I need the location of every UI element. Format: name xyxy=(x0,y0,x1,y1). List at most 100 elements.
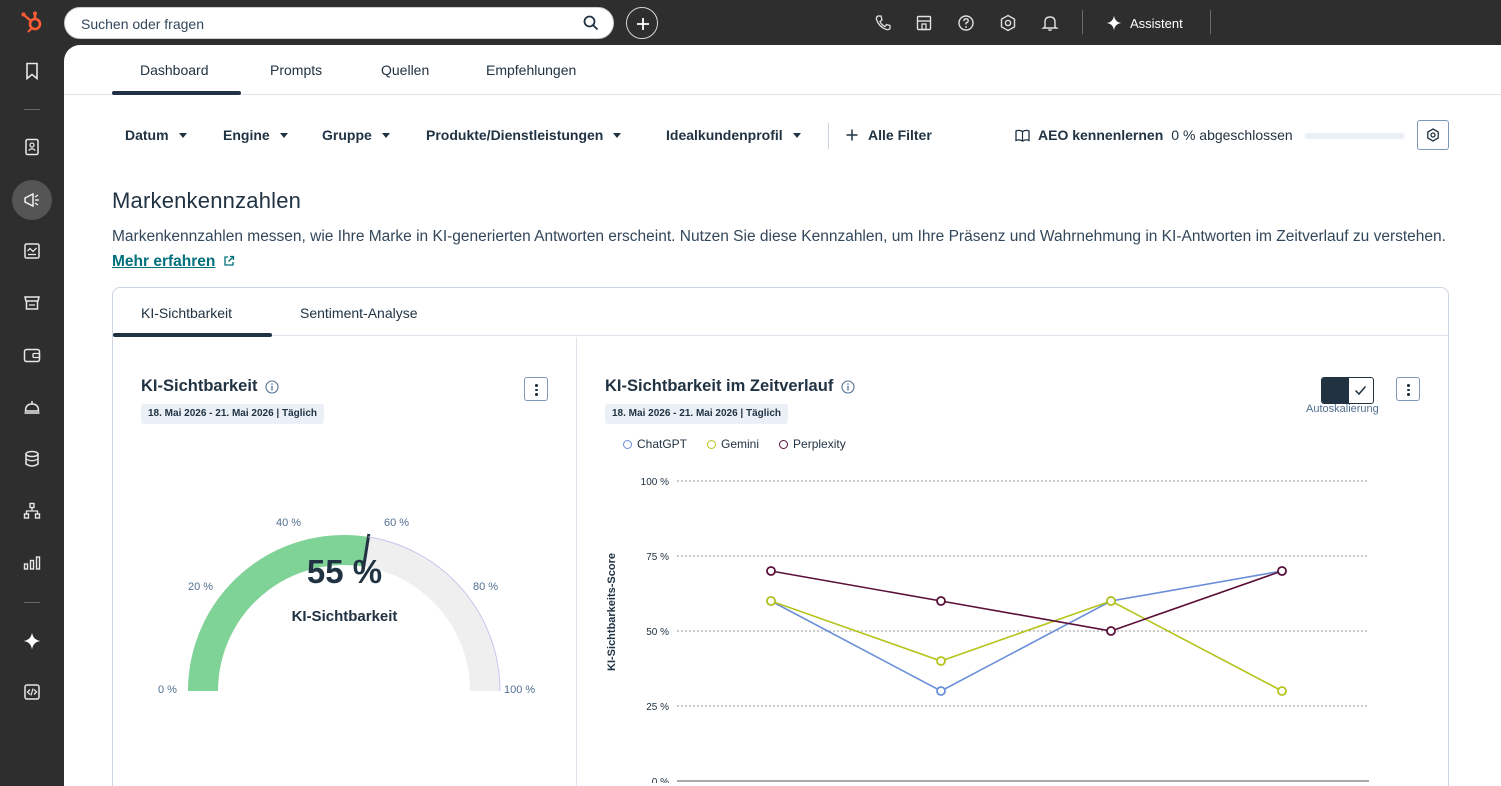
help-icon[interactable] xyxy=(957,14,975,32)
notifications-icon[interactable] xyxy=(1041,14,1059,32)
filter-gruppe[interactable]: Gruppe xyxy=(322,127,390,143)
service-icon[interactable] xyxy=(22,397,42,417)
filter-idealkundenprofil[interactable]: Idealkundenprofil xyxy=(666,127,801,143)
section-description: Markenkennzahlen messen, wie Ihre Marke … xyxy=(112,224,1452,274)
data-point-gemini xyxy=(936,656,946,666)
learn-more-link[interactable]: Mehr erfahren xyxy=(112,253,215,270)
book-icon xyxy=(1015,129,1030,142)
autoscale-toggle[interactable] xyxy=(1321,377,1374,404)
caret-down-icon xyxy=(381,132,390,138)
timeline-title: KI-Sichtbarkeit im Zeitverlauf xyxy=(605,377,834,395)
create-button[interactable] xyxy=(626,7,658,39)
series-line-perplexity xyxy=(770,570,1283,632)
gauge-tick-label: 60 % xyxy=(384,517,410,529)
tab-empfehlungen[interactable]: Empfehlungen xyxy=(486,62,576,78)
line-chart: 0 % 25 % 50 % 75 % 100 % xyxy=(641,477,1369,783)
legend-marker xyxy=(779,439,789,449)
reporting-icon[interactable] xyxy=(22,553,42,573)
legend-item-perplexity[interactable]: Perplexity xyxy=(779,437,846,451)
bookmark-icon[interactable] xyxy=(22,61,42,81)
page-tabs: Dashboard Prompts Quellen Empfehlungen xyxy=(64,45,1501,95)
y-tick-label: 25 % xyxy=(646,702,669,713)
search-placeholder: Suchen oder fragen xyxy=(81,16,204,32)
legend-label: ChatGPT xyxy=(637,437,688,451)
y-tick-label: 0 % xyxy=(652,777,669,783)
gauge-value: 55 % xyxy=(306,553,383,590)
data-point-perplexity xyxy=(936,596,946,606)
search-icon[interactable] xyxy=(583,15,599,31)
phone-icon[interactable] xyxy=(874,14,892,32)
y-tick-label: 50 % xyxy=(646,627,669,638)
all-filters-label: Alle Filter xyxy=(868,127,932,143)
rail-divider xyxy=(24,602,40,603)
timeline-panel-title: KI-Sichtbarkeit im Zeitverlauf xyxy=(605,377,855,396)
main-content: Dashboard Prompts Quellen Empfehlungen D… xyxy=(64,45,1501,786)
aeo-learning-link[interactable]: AEO kennenlernen 0 % abgeschlossen xyxy=(1015,127,1293,143)
data-point-gemini xyxy=(766,596,776,606)
gauge-caption: KI-Sichtbarkeit xyxy=(291,608,398,625)
rail-divider xyxy=(24,109,40,110)
settings-icon[interactable] xyxy=(999,14,1017,32)
timeline-date-range: 18. Mai 2026 - 21. Mai 2026 | Täglich xyxy=(605,404,788,424)
assistant-button[interactable]: Assistent xyxy=(1106,14,1183,32)
filter-datum[interactable]: Datum xyxy=(125,127,187,143)
payments-icon[interactable] xyxy=(22,345,42,365)
left-navigation-rail xyxy=(0,45,64,786)
filter-label: Engine xyxy=(223,127,270,143)
data-point-perplexity xyxy=(1106,626,1116,636)
description-text: Markenkennzahlen messen, wie Ihre Marke … xyxy=(112,228,1446,245)
filter-label: Datum xyxy=(125,127,169,143)
y-tick-label: 75 % xyxy=(646,552,669,563)
hubspot-logo-icon[interactable] xyxy=(20,10,44,34)
legend-marker xyxy=(707,439,717,449)
marketplace-icon[interactable] xyxy=(915,14,933,32)
tab-quellen[interactable]: Quellen xyxy=(381,62,429,78)
content-icon[interactable] xyxy=(22,241,42,261)
y-tick-label: 100 % xyxy=(641,477,669,488)
all-filters-button[interactable]: Alle Filter xyxy=(846,127,932,143)
gauge-tick-label: 40 % xyxy=(276,517,302,529)
checkmark-icon xyxy=(1354,386,1367,396)
filter-label: Idealkundenprofil xyxy=(666,127,783,143)
assistant-label: Assistent xyxy=(1130,15,1183,31)
aeo-progress-bar xyxy=(1305,133,1405,139)
legend-item-gemini[interactable]: Gemini xyxy=(707,437,759,451)
topbar-divider xyxy=(1210,10,1211,34)
legend-item-chatgpt[interactable]: ChatGPT xyxy=(623,437,687,451)
info-icon[interactable] xyxy=(841,379,855,394)
card-tabs: KI-Sichtbarkeit Sentiment-Analyse xyxy=(113,288,1448,337)
tab-ki-sichtbarkeit[interactable]: KI-Sichtbarkeit xyxy=(141,305,232,321)
filter-produkte[interactable]: Produkte/Dienstleistungen xyxy=(426,127,622,143)
timeline-more-options-button[interactable] xyxy=(1396,377,1420,401)
contacts-icon[interactable] xyxy=(22,137,42,157)
gauge-tick-label: 100 % xyxy=(504,684,536,696)
filter-engine[interactable]: Engine xyxy=(223,127,288,143)
automation-icon[interactable] xyxy=(22,501,42,521)
legend-label: Gemini xyxy=(721,437,760,451)
chart-legend: ChatGPT Gemini Perplexity xyxy=(623,437,846,451)
aeo-status: 0 % abgeschlossen xyxy=(1171,127,1293,143)
plus-icon xyxy=(637,18,649,30)
search-input[interactable]: Suchen oder fragen xyxy=(64,7,614,39)
aeo-title: AEO kennenlernen xyxy=(1038,127,1164,143)
tab-sentiment-analyse[interactable]: Sentiment-Analyse xyxy=(300,305,418,321)
caret-down-icon xyxy=(613,132,622,138)
filter-label: Gruppe xyxy=(322,127,372,143)
sparkle-icon xyxy=(1106,15,1122,31)
data-point-perplexity xyxy=(1277,566,1287,576)
marketing-icon[interactable] xyxy=(22,190,42,210)
filter-label: Produkte/Dienstleistungen xyxy=(426,127,604,143)
breeze-icon[interactable] xyxy=(22,631,42,651)
gauge-tick-label: 0 % xyxy=(158,684,177,696)
caret-down-icon xyxy=(178,132,187,138)
developer-icon[interactable] xyxy=(22,682,42,702)
tab-dashboard[interactable]: Dashboard xyxy=(140,62,209,78)
data-point-chatgpt xyxy=(936,686,946,696)
filter-bar: Datum Engine Gruppe Produkte/Dienstleist… xyxy=(64,120,1501,150)
tab-prompts[interactable]: Prompts xyxy=(270,62,322,78)
commerce-icon[interactable] xyxy=(22,293,42,313)
data-icon[interactable] xyxy=(22,449,42,469)
dashboard-settings-button[interactable] xyxy=(1417,120,1449,150)
filter-divider xyxy=(828,123,829,149)
data-point-gemini xyxy=(1106,596,1116,606)
